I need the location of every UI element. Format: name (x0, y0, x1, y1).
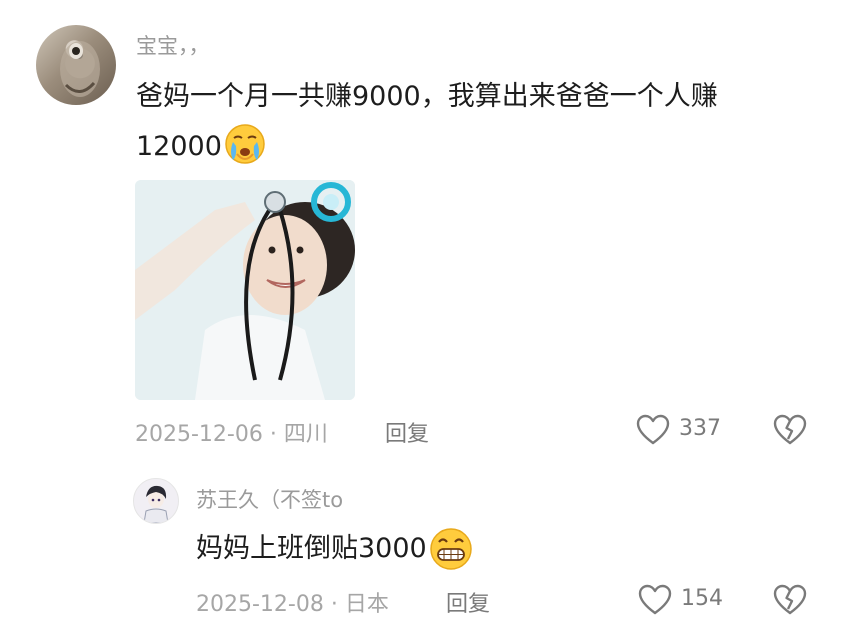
reply-text: 妈妈上班倒贴3000 (196, 526, 474, 573)
comment-text: 爸妈一个月一共赚9000，我算出来爸爸一个人赚 12000 (136, 72, 776, 173)
heart-icon[interactable] (635, 412, 671, 448)
reply-author[interactable]: 苏王久（不签to (196, 484, 343, 514)
comment-image[interactable] (135, 180, 355, 400)
comment-text-line2-value: 12000 (136, 131, 222, 162)
comment-text-line1: 爸妈一个月一共赚9000，我算出来爸爸一个人赚 (136, 81, 718, 112)
grinning-face-icon (427, 526, 474, 573)
reply-broken-heart-icon[interactable] (772, 582, 808, 618)
comment-author[interactable]: 宝宝，， (136, 30, 210, 60)
reply-like-count: 154 (681, 586, 723, 611)
like-count: 337 (679, 416, 721, 441)
reply-reply-button[interactable]: 回复 (446, 586, 490, 618)
reply-heart-icon[interactable] (637, 582, 673, 618)
reply-avatar[interactable] (133, 478, 179, 524)
broken-heart-icon[interactable] (772, 412, 808, 448)
reply-text-value: 妈妈上班倒贴3000 (196, 533, 427, 564)
reply-button[interactable]: 回复 (385, 416, 429, 448)
crying-face-icon (222, 122, 267, 173)
avatar[interactable] (36, 25, 116, 105)
reply-date-location: 2025-12-08 · 日本 (196, 592, 389, 617)
comment-date-location: 2025-12-06 · 四川 (135, 422, 328, 447)
comment-text-line2: 12000 (136, 122, 776, 173)
